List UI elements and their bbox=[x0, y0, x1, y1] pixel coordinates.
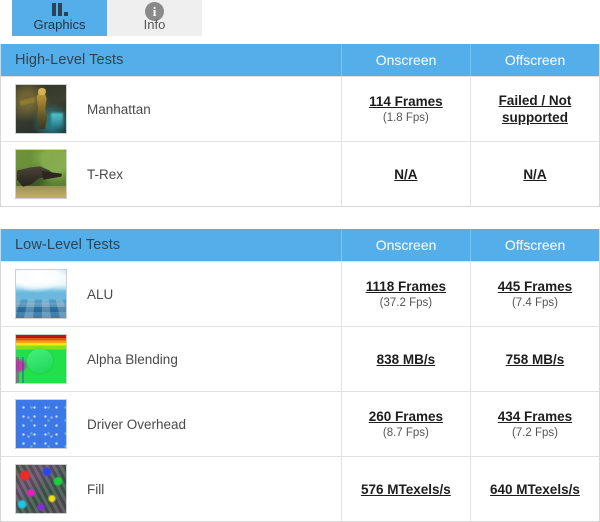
tab-bar: Graphics i Info bbox=[0, 0, 600, 36]
offscreen-fps: (7.4 Fps) bbox=[511, 296, 558, 309]
offscreen-score[interactable]: 758 MB/s bbox=[506, 351, 565, 368]
manhattan-thumbnail bbox=[15, 84, 67, 134]
tab-graphics-label: Graphics bbox=[33, 17, 86, 32]
high-level-tests-table: High-Level Tests Onscreen Offscreen Manh… bbox=[0, 44, 600, 207]
column-header-offscreen: Offscreen bbox=[470, 229, 599, 261]
onscreen-score[interactable]: 260 Frames bbox=[369, 408, 443, 425]
table-header-row: High-Level Tests Onscreen Offscreen bbox=[1, 44, 599, 76]
column-header-offscreen: Offscreen bbox=[470, 44, 599, 76]
tab-info-label: Info bbox=[143, 17, 166, 32]
table-row[interactable]: T-Rex N/A N/A bbox=[1, 141, 599, 206]
test-label: T-Rex bbox=[87, 166, 124, 182]
offscreen-value-cell: N/A bbox=[469, 142, 599, 206]
test-name-cell: ALU bbox=[1, 262, 341, 326]
test-name-cell: Alpha Blending bbox=[1, 327, 341, 391]
onscreen-value-cell: 114 Frames (1.8 Fps) bbox=[340, 77, 470, 141]
table-title-low-level: Low-Level Tests bbox=[15, 237, 121, 253]
test-name-cell: Fill bbox=[1, 457, 341, 521]
test-label: Driver Overhead bbox=[87, 416, 187, 432]
test-label: Fill bbox=[87, 481, 105, 497]
offscreen-score[interactable]: 445 Frames bbox=[498, 278, 572, 295]
table-row[interactable]: Fill 576 MTexels/s 640 MTexels/s bbox=[1, 456, 599, 521]
table-row[interactable]: Manhattan 114 Frames (1.8 Fps) Failed / … bbox=[1, 76, 599, 141]
table-title-high-level: High-Level Tests bbox=[15, 52, 124, 68]
onscreen-value-cell: 576 MTexels/s bbox=[340, 457, 470, 521]
test-name-cell: Manhattan bbox=[1, 77, 341, 141]
onscreen-score[interactable]: N/A bbox=[394, 166, 417, 183]
onscreen-score[interactable]: 838 MB/s bbox=[377, 351, 436, 368]
onscreen-score[interactable]: 114 Frames bbox=[369, 93, 443, 110]
alu-thumbnail bbox=[15, 269, 67, 319]
onscreen-fps: (1.8 Fps) bbox=[382, 111, 429, 124]
offscreen-value-cell: Failed / Not supported bbox=[469, 77, 599, 141]
onscreen-value-cell: 260 Frames (8.7 Fps) bbox=[340, 392, 470, 456]
test-name-cell: T-Rex bbox=[1, 142, 341, 206]
offscreen-score[interactable]: 640 MTexels/s bbox=[490, 481, 580, 498]
info-circle-icon: i bbox=[145, 2, 164, 21]
low-level-tests-table: Low-Level Tests Onscreen Offscreen ALU 1… bbox=[0, 229, 600, 522]
onscreen-value-cell: 1118 Frames (37.2 Fps) bbox=[340, 262, 470, 326]
onscreen-score[interactable]: 1118 Frames bbox=[366, 278, 446, 295]
fill-thumbnail bbox=[15, 464, 67, 514]
offscreen-fps: (7.2 Fps) bbox=[511, 426, 558, 439]
offscreen-value-cell: 758 MB/s bbox=[469, 327, 599, 391]
onscreen-value-cell: 838 MB/s bbox=[340, 327, 470, 391]
table-row[interactable]: Driver Overhead 260 Frames (8.7 Fps) 434… bbox=[1, 391, 599, 456]
table-header-row: Low-Level Tests Onscreen Offscreen bbox=[1, 229, 599, 261]
offscreen-score[interactable]: Failed / Not supported bbox=[473, 92, 597, 126]
onscreen-fps: (37.2 Fps) bbox=[379, 296, 433, 309]
column-header-onscreen: Onscreen bbox=[341, 229, 470, 261]
column-header-onscreen: Onscreen bbox=[341, 44, 470, 76]
onscreen-value-cell: N/A bbox=[340, 142, 470, 206]
offscreen-score[interactable]: N/A bbox=[523, 166, 546, 183]
tab-info[interactable]: i Info bbox=[107, 0, 202, 36]
test-name-cell: Driver Overhead bbox=[1, 392, 341, 456]
offscreen-value-cell: 445 Frames (7.4 Fps) bbox=[469, 262, 599, 326]
driver-overhead-thumbnail bbox=[15, 399, 67, 449]
test-label: ALU bbox=[87, 286, 114, 302]
onscreen-fps: (8.7 Fps) bbox=[382, 426, 429, 439]
onscreen-score[interactable]: 576 MTexels/s bbox=[361, 481, 451, 498]
tab-graphics[interactable]: Graphics bbox=[12, 0, 107, 36]
trex-thumbnail bbox=[15, 149, 67, 199]
bar-chart-icon bbox=[51, 2, 68, 16]
table-row[interactable]: ALU 1118 Frames (37.2 Fps) 445 Frames (7… bbox=[1, 261, 599, 326]
test-label: Alpha Blending bbox=[87, 351, 178, 367]
offscreen-score[interactable]: 434 Frames bbox=[498, 408, 572, 425]
alpha-blending-thumbnail bbox=[15, 334, 67, 384]
test-label: Manhattan bbox=[87, 101, 151, 117]
table-row[interactable]: Alpha Blending 838 MB/s 758 MB/s bbox=[1, 326, 599, 391]
offscreen-value-cell: 434 Frames (7.2 Fps) bbox=[469, 392, 599, 456]
offscreen-value-cell: 640 MTexels/s bbox=[469, 457, 599, 521]
